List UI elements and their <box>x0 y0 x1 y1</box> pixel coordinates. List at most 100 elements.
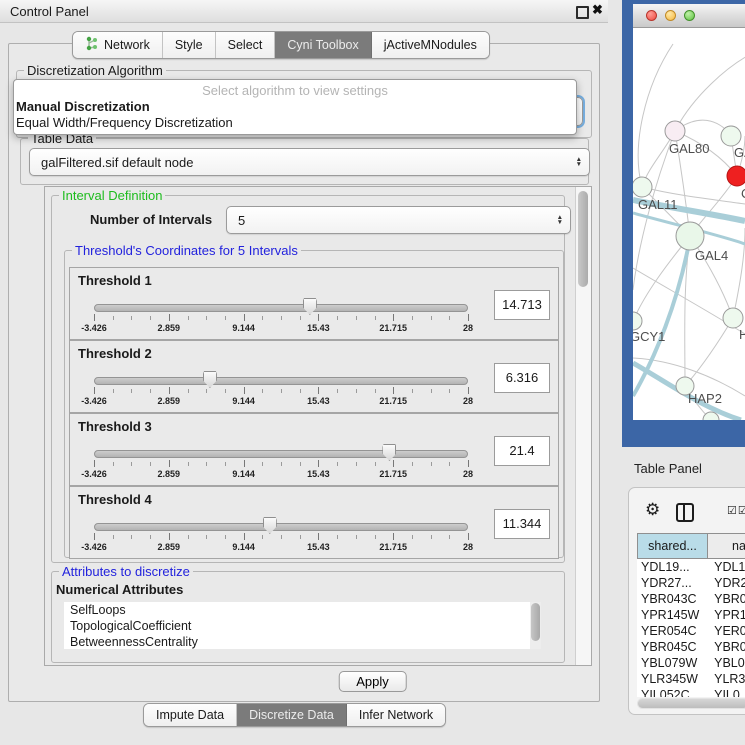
threshold-label: Threshold 1 <box>78 273 152 288</box>
scale-label: 2.859 <box>158 542 181 552</box>
table-row[interactable]: YPR145WYPR1 <box>637 607 745 623</box>
tick-mark <box>262 462 263 466</box>
network-node-h[interactable] <box>723 308 743 328</box>
apply-button[interactable]: Apply <box>338 671 407 692</box>
network-node-gcy1[interactable] <box>633 312 642 330</box>
tab-discretize-data[interactable]: Discretize Data <box>237 704 347 726</box>
tab-cyni-toolbox[interactable]: Cyni Toolbox <box>275 32 371 58</box>
combo-stepper-icon: ▲▼ <box>557 215 563 225</box>
zoom-traffic-light-icon[interactable] <box>684 10 695 21</box>
threshold-value-field[interactable]: 21.4 <box>494 436 550 466</box>
table-row[interactable]: YBR043CYBR0 <box>637 591 745 607</box>
threshold-value-field[interactable]: 14.713 <box>494 290 550 320</box>
scale-label: 2.859 <box>158 469 181 479</box>
table-row[interactable]: YDR27...YDR2 <box>637 575 745 591</box>
tick-mark <box>225 389 226 393</box>
cell-name: YBL0 <box>706 655 745 671</box>
network-node-gal4[interactable] <box>676 222 704 250</box>
slider-thumb-icon[interactable] <box>303 298 317 315</box>
number-of-intervals-combobox[interactable]: 5 ▲▼ <box>226 206 571 234</box>
close-icon[interactable]: ✖ <box>592 2 603 18</box>
minimize-traffic-light-icon[interactable] <box>665 10 676 21</box>
algorithm-group-title: Discretization Algorithm <box>24 63 166 78</box>
table-row[interactable]: YLR345WYLR3 <box>637 671 745 687</box>
tick-mark <box>300 462 301 466</box>
threshold-value-field[interactable]: 11.344 <box>494 509 550 539</box>
tick-mark <box>468 314 469 321</box>
dropdown-option-equal-width-frequency-discretization[interactable]: Equal Width/Frequency Discretization <box>14 115 576 131</box>
scale-label: -3.426 <box>81 469 107 479</box>
table-horizontal-scrollbar[interactable] <box>637 698 745 709</box>
attribute-list-item[interactable]: SelfLoops <box>64 602 530 618</box>
network-node-c[interactable] <box>727 166 745 186</box>
tab-infer-network[interactable]: Infer Network <box>347 704 445 726</box>
numerical-attributes-list[interactable]: SelfLoopsTopologicalCoefficientBetweenne… <box>64 602 530 649</box>
tab-jactivemnodules[interactable]: jActiveMNodules <box>372 32 489 58</box>
slider-thumb-icon[interactable] <box>263 517 277 534</box>
dropdown-options: Manual DiscretizationEqual Width/Frequen… <box>14 99 576 131</box>
network-node-gal80[interactable] <box>665 121 685 141</box>
table-row[interactable]: YBL079WYBL0 <box>637 655 745 671</box>
tick-mark <box>244 314 245 321</box>
scale-label: 21.715 <box>379 542 407 552</box>
slider-thumb-icon[interactable] <box>203 371 217 388</box>
network-node-gal11[interactable] <box>633 177 652 197</box>
table-row[interactable]: YER054CYER0 <box>637 623 745 639</box>
table-data-combobox[interactable]: galFiltered.sif default node ▲▼ <box>29 148 590 176</box>
scale-label: 9.144 <box>232 396 255 406</box>
slider-scale-labels: -3.4262.8599.14415.4321.71528 <box>94 396 468 406</box>
scale-label: 28 <box>463 323 473 333</box>
network-window-titlebar[interactable] <box>633 4 745 28</box>
settings-vertical-scrollbar[interactable] <box>575 187 591 665</box>
slider-thumb-icon[interactable] <box>382 444 396 461</box>
tick-mark <box>262 316 263 320</box>
node-label: GCY1 <box>633 329 665 344</box>
tick-mark <box>206 462 207 466</box>
network-node-ga[interactable] <box>721 126 741 146</box>
slider-tick-marks <box>94 460 468 468</box>
tab-network[interactable]: Network <box>73 32 163 58</box>
tick-mark <box>94 387 95 394</box>
gear-icon[interactable]: ⚙ <box>645 500 660 520</box>
tab-style[interactable]: Style <box>163 32 216 58</box>
node-label: C <box>741 186 745 201</box>
column-header-shared[interactable]: shared... <box>637 533 708 559</box>
cell-shared-name: YPR145W <box>637 607 706 623</box>
node-label: GAL4 <box>695 248 728 263</box>
network-edge <box>638 44 673 187</box>
table-row[interactable]: YDL19...YDL1 <box>637 559 745 575</box>
table-row[interactable]: YIL052CYIL0 <box>637 687 745 697</box>
split-columns-icon[interactable] <box>676 503 694 522</box>
column-header-name[interactable]: na <box>708 533 745 559</box>
slider-track <box>94 377 468 385</box>
float-window-icon[interactable] <box>576 6 589 19</box>
table-panel: ⚙ ☑☑ shared... na YDL19...YDL1YDR27...YD… <box>628 487 745 715</box>
tick-mark <box>318 387 319 394</box>
cell-name: YDL1 <box>706 559 745 575</box>
attributes-group: Attributes to discretize Numerical Attri… <box>51 571 565 663</box>
select-columns-icon[interactable]: ☑☑ <box>727 504 745 517</box>
slider-track <box>94 523 468 531</box>
network-icon <box>85 36 99 54</box>
scale-label: -3.426 <box>81 323 107 333</box>
close-traffic-light-icon[interactable] <box>646 10 657 21</box>
tick-mark <box>375 535 376 539</box>
attribute-list-item[interactable]: TopologicalCoefficient <box>64 618 530 634</box>
attributes-scrollbar[interactable] <box>530 602 541 649</box>
dropdown-option-manual-discretization[interactable]: Manual Discretization <box>14 99 576 115</box>
tick-mark <box>412 316 413 320</box>
network-graph-canvas[interactable]: GAL80GACGAL11GAL4GCY1HHAP2 <box>633 28 745 420</box>
tick-mark <box>169 533 170 540</box>
tick-mark <box>393 533 394 540</box>
table-row[interactable]: YBR045CYBR0 <box>637 639 745 655</box>
threshold-value-field[interactable]: 6.316 <box>494 363 550 393</box>
network-edge <box>675 54 745 131</box>
cell-shared-name: YBL079W <box>637 655 706 671</box>
cell-shared-name: YBR043C <box>637 591 706 607</box>
tab-select[interactable]: Select <box>216 32 276 58</box>
attribute-list-item[interactable]: BetweennessCentrality <box>64 634 530 649</box>
tick-mark <box>244 460 245 467</box>
tick-mark <box>244 387 245 394</box>
bottom-tab-bar: Impute DataDiscretize DataInfer Network <box>143 703 446 727</box>
tab-impute-data[interactable]: Impute Data <box>144 704 237 726</box>
